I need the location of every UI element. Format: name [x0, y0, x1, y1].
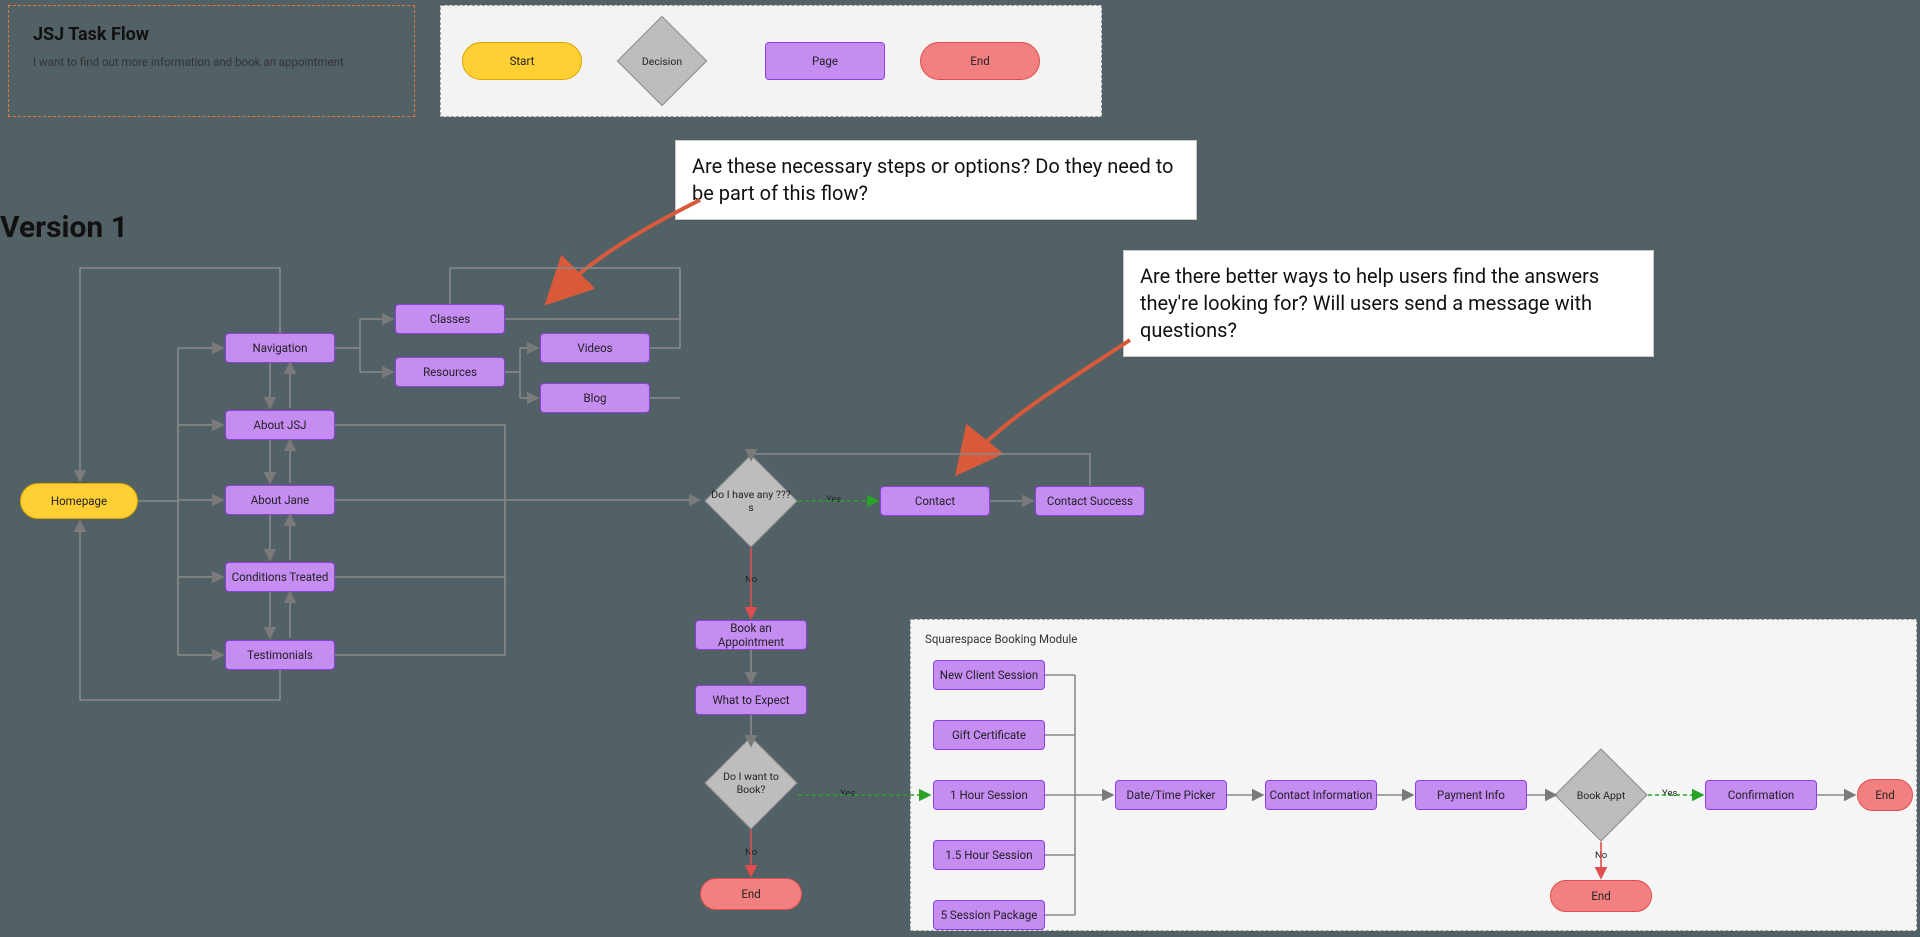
version-label: Version 1: [0, 210, 128, 245]
node-gift-cert: Gift Certificate: [933, 720, 1045, 750]
node-payment-label: Payment Info: [1437, 788, 1505, 802]
node-about-jane-label: About Jane: [251, 493, 310, 507]
node-contact-info-label: Contact Information: [1270, 788, 1373, 802]
node-homepage: Homepage: [20, 483, 138, 519]
node-what-to-expect: What to Expect: [695, 685, 807, 715]
node-about-jsj-label: About JSJ: [254, 418, 307, 432]
legend-start-label: Start: [510, 54, 535, 68]
node-decision-bookappt-shape: [1554, 748, 1647, 841]
node-new-client-label: New Client Session: [940, 668, 1038, 682]
canvas: JSJ Task Flow I want to find out more in…: [0, 0, 1920, 937]
header-title-box: JSJ Task Flow I want to find out more in…: [8, 5, 415, 117]
label-yes-1: Yes: [826, 494, 841, 505]
node-end-3-label: End: [1591, 889, 1610, 903]
node-decision-book: Do I want to Book?: [718, 750, 784, 816]
node-videos: Videos: [540, 333, 650, 363]
label-no-1: No: [745, 574, 757, 585]
node-end-1: End: [700, 878, 802, 910]
node-homepage-label: Homepage: [51, 494, 107, 508]
label-yes-2: Yes: [840, 788, 855, 799]
node-datetime: Date/Time Picker: [1115, 780, 1227, 810]
legend-page-label: Page: [812, 54, 838, 68]
node-new-client: New Client Session: [933, 660, 1045, 690]
legend-end-label: End: [970, 54, 989, 68]
node-conditions-label: Conditions Treated: [232, 570, 329, 584]
legend-decision: Decision: [630, 29, 694, 93]
node-contact: Contact: [880, 486, 990, 516]
node-decision-bookappt: Book Appt: [1568, 762, 1634, 828]
comment-1: Are these necessary steps or options? Do…: [675, 140, 1197, 220]
node-contact-success-label: Contact Success: [1047, 494, 1133, 508]
node-about-jane: About Jane: [225, 485, 335, 515]
node-datetime-label: Date/Time Picker: [1127, 788, 1216, 802]
node-resources: Resources: [395, 357, 505, 387]
label-no-3: No: [1595, 850, 1607, 861]
node-blog-label: Blog: [584, 391, 607, 405]
node-contact-info: Contact Information: [1265, 780, 1377, 810]
node-testimonials: Testimonials: [225, 640, 335, 670]
booking-module-box: [910, 619, 1917, 931]
node-resources-label: Resources: [423, 365, 477, 379]
label-yes-3: Yes: [1662, 788, 1677, 799]
header-subtitle: I want to find out more information and …: [9, 55, 414, 87]
node-1hour-label: 1 Hour Session: [950, 788, 1028, 802]
node-gift-cert-label: Gift Certificate: [952, 728, 1026, 742]
node-15hour: 1.5 Hour Session: [933, 840, 1045, 870]
node-decision-questions: Do I have any ???s: [718, 468, 784, 534]
node-decision-book-shape: [704, 736, 797, 829]
label-no-2: No: [745, 847, 757, 858]
node-5pkg: 5 Session Package: [933, 900, 1045, 930]
node-end-2: End: [1857, 779, 1913, 811]
comment-2-text: Are there better ways to help users find…: [1140, 264, 1599, 342]
node-1hour: 1 Hour Session: [933, 780, 1045, 810]
node-conditions: Conditions Treated: [225, 562, 335, 592]
node-contact-label: Contact: [915, 494, 955, 508]
node-what-to-expect-label: What to Expect: [712, 693, 789, 707]
node-decision-questions-shape: [704, 454, 797, 547]
node-blog: Blog: [540, 383, 650, 413]
node-15hour-label: 1.5 Hour Session: [945, 848, 1032, 862]
node-5pkg-label: 5 Session Package: [941, 908, 1038, 922]
legend-decision-shape: [617, 16, 708, 107]
node-navigation: Navigation: [225, 333, 335, 363]
legend-start: Start: [462, 42, 582, 80]
comment-1-text: Are these necessary steps or options? Do…: [692, 154, 1173, 205]
legend-page: Page: [765, 42, 885, 80]
node-confirmation: Confirmation: [1705, 780, 1817, 810]
node-navigation-label: Navigation: [253, 341, 308, 355]
node-classes-label: Classes: [430, 312, 470, 326]
legend-end: End: [920, 42, 1040, 80]
node-about-jsj: About JSJ: [225, 410, 335, 440]
node-book-appt-label: Book an Appointment: [696, 621, 806, 649]
node-testimonials-label: Testimonials: [247, 648, 313, 662]
node-end-1-label: End: [741, 887, 760, 901]
comment-2: Are there better ways to help users find…: [1123, 250, 1654, 357]
node-book-appt: Book an Appointment: [695, 620, 807, 650]
node-contact-success: Contact Success: [1035, 486, 1145, 516]
node-payment: Payment Info: [1415, 780, 1527, 810]
header-title: JSJ Task Flow: [9, 6, 414, 55]
node-videos-label: Videos: [577, 341, 612, 355]
node-end-3: End: [1550, 880, 1652, 912]
booking-module-title: Squarespace Booking Module: [925, 632, 1077, 646]
node-classes: Classes: [395, 304, 505, 334]
node-confirmation-label: Confirmation: [1728, 788, 1794, 802]
node-end-2-label: End: [1875, 788, 1894, 802]
